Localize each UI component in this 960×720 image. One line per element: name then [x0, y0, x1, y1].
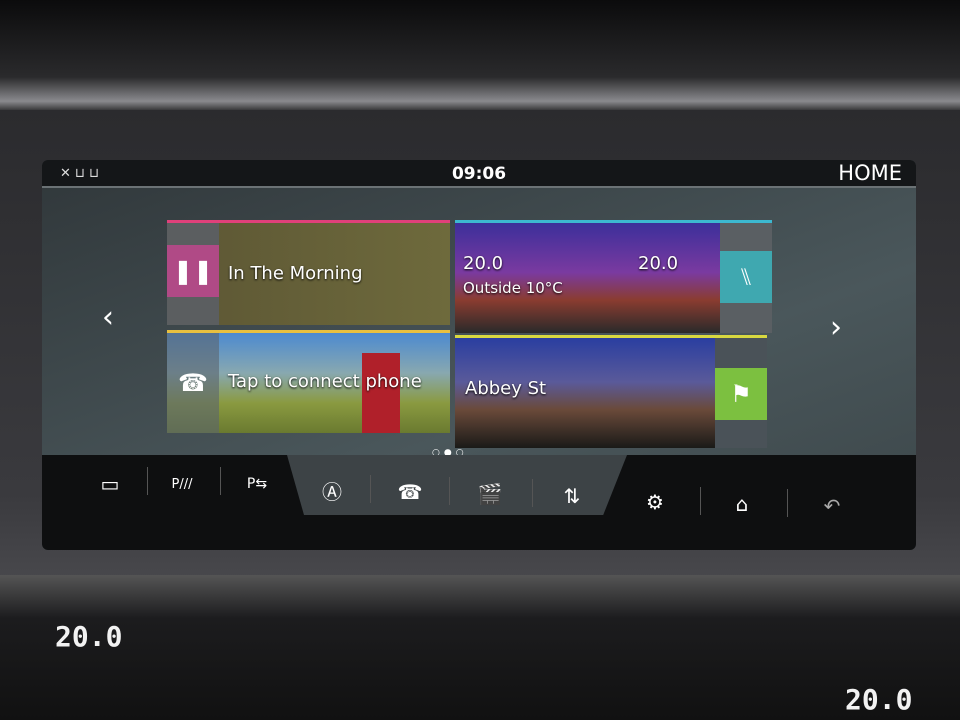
climate-tile[interactable]: 20.0 20.0 Outside 10°C ⑊: [455, 220, 772, 333]
park-assist-icon[interactable]: P⇆: [227, 467, 287, 501]
destination-label: Abbey St: [465, 378, 547, 399]
checkered-flag-icon[interactable]: ⚑: [715, 368, 767, 420]
clock: 09:06: [451, 164, 507, 184]
page-title: HOME: [838, 161, 902, 185]
media-tile[interactable]: ❚❚ In The Morning: [167, 220, 450, 325]
camera-icon[interactable]: ▭: [80, 467, 140, 501]
dashboard-trim: [0, 0, 960, 110]
navigation-tile[interactable]: Abbey St ⚑: [455, 335, 767, 448]
climate-icon[interactable]: ⇅: [542, 479, 602, 513]
parking-aid-icon[interactable]: P///: [152, 467, 212, 501]
settings-icon[interactable]: ⚙: [625, 485, 685, 519]
console-left-temp: 20.0: [55, 620, 123, 653]
climate-left-temp: 20.0: [463, 253, 504, 274]
phone-icon[interactable]: ☎: [380, 475, 440, 509]
phone-tile[interactable]: ☎ Tap to connect phone: [167, 330, 450, 433]
seat-icon[interactable]: ⑊: [720, 251, 772, 303]
climate-right-temp: 20.0: [638, 253, 679, 274]
media-track-title: In The Morning: [228, 263, 363, 284]
phone-box-image: [362, 353, 400, 433]
bottom-nav-bar: ▭ P/// P⇆ Ⓐ ☎ 🎬 ⇅ ⚙ ⌂ ↶: [42, 455, 916, 550]
phone-icon[interactable]: ☎: [167, 358, 219, 408]
previous-page-arrow[interactable]: ‹: [102, 300, 114, 335]
climate-console: 20.0 20.0: [0, 575, 960, 720]
home-icon[interactable]: ⌂: [712, 487, 772, 521]
connect-phone-label: Tap to connect phone: [228, 371, 422, 392]
media-icon[interactable]: 🎬: [460, 477, 520, 511]
status-bar: ✕⊔⊔ 09:06 HOME: [42, 160, 916, 188]
pause-icon[interactable]: ❚❚: [167, 245, 219, 297]
back-icon[interactable]: ↶: [802, 489, 862, 523]
console-right-temp: 20.0: [845, 683, 913, 716]
navigation-icon[interactable]: Ⓐ: [302, 473, 362, 507]
next-page-arrow[interactable]: ›: [830, 310, 842, 345]
outside-temp: Outside 10°C: [463, 279, 563, 297]
infotainment-screen: ✕⊔⊔ 09:06 HOME ‹ › ❚❚ In The Morning 20.…: [42, 160, 916, 550]
